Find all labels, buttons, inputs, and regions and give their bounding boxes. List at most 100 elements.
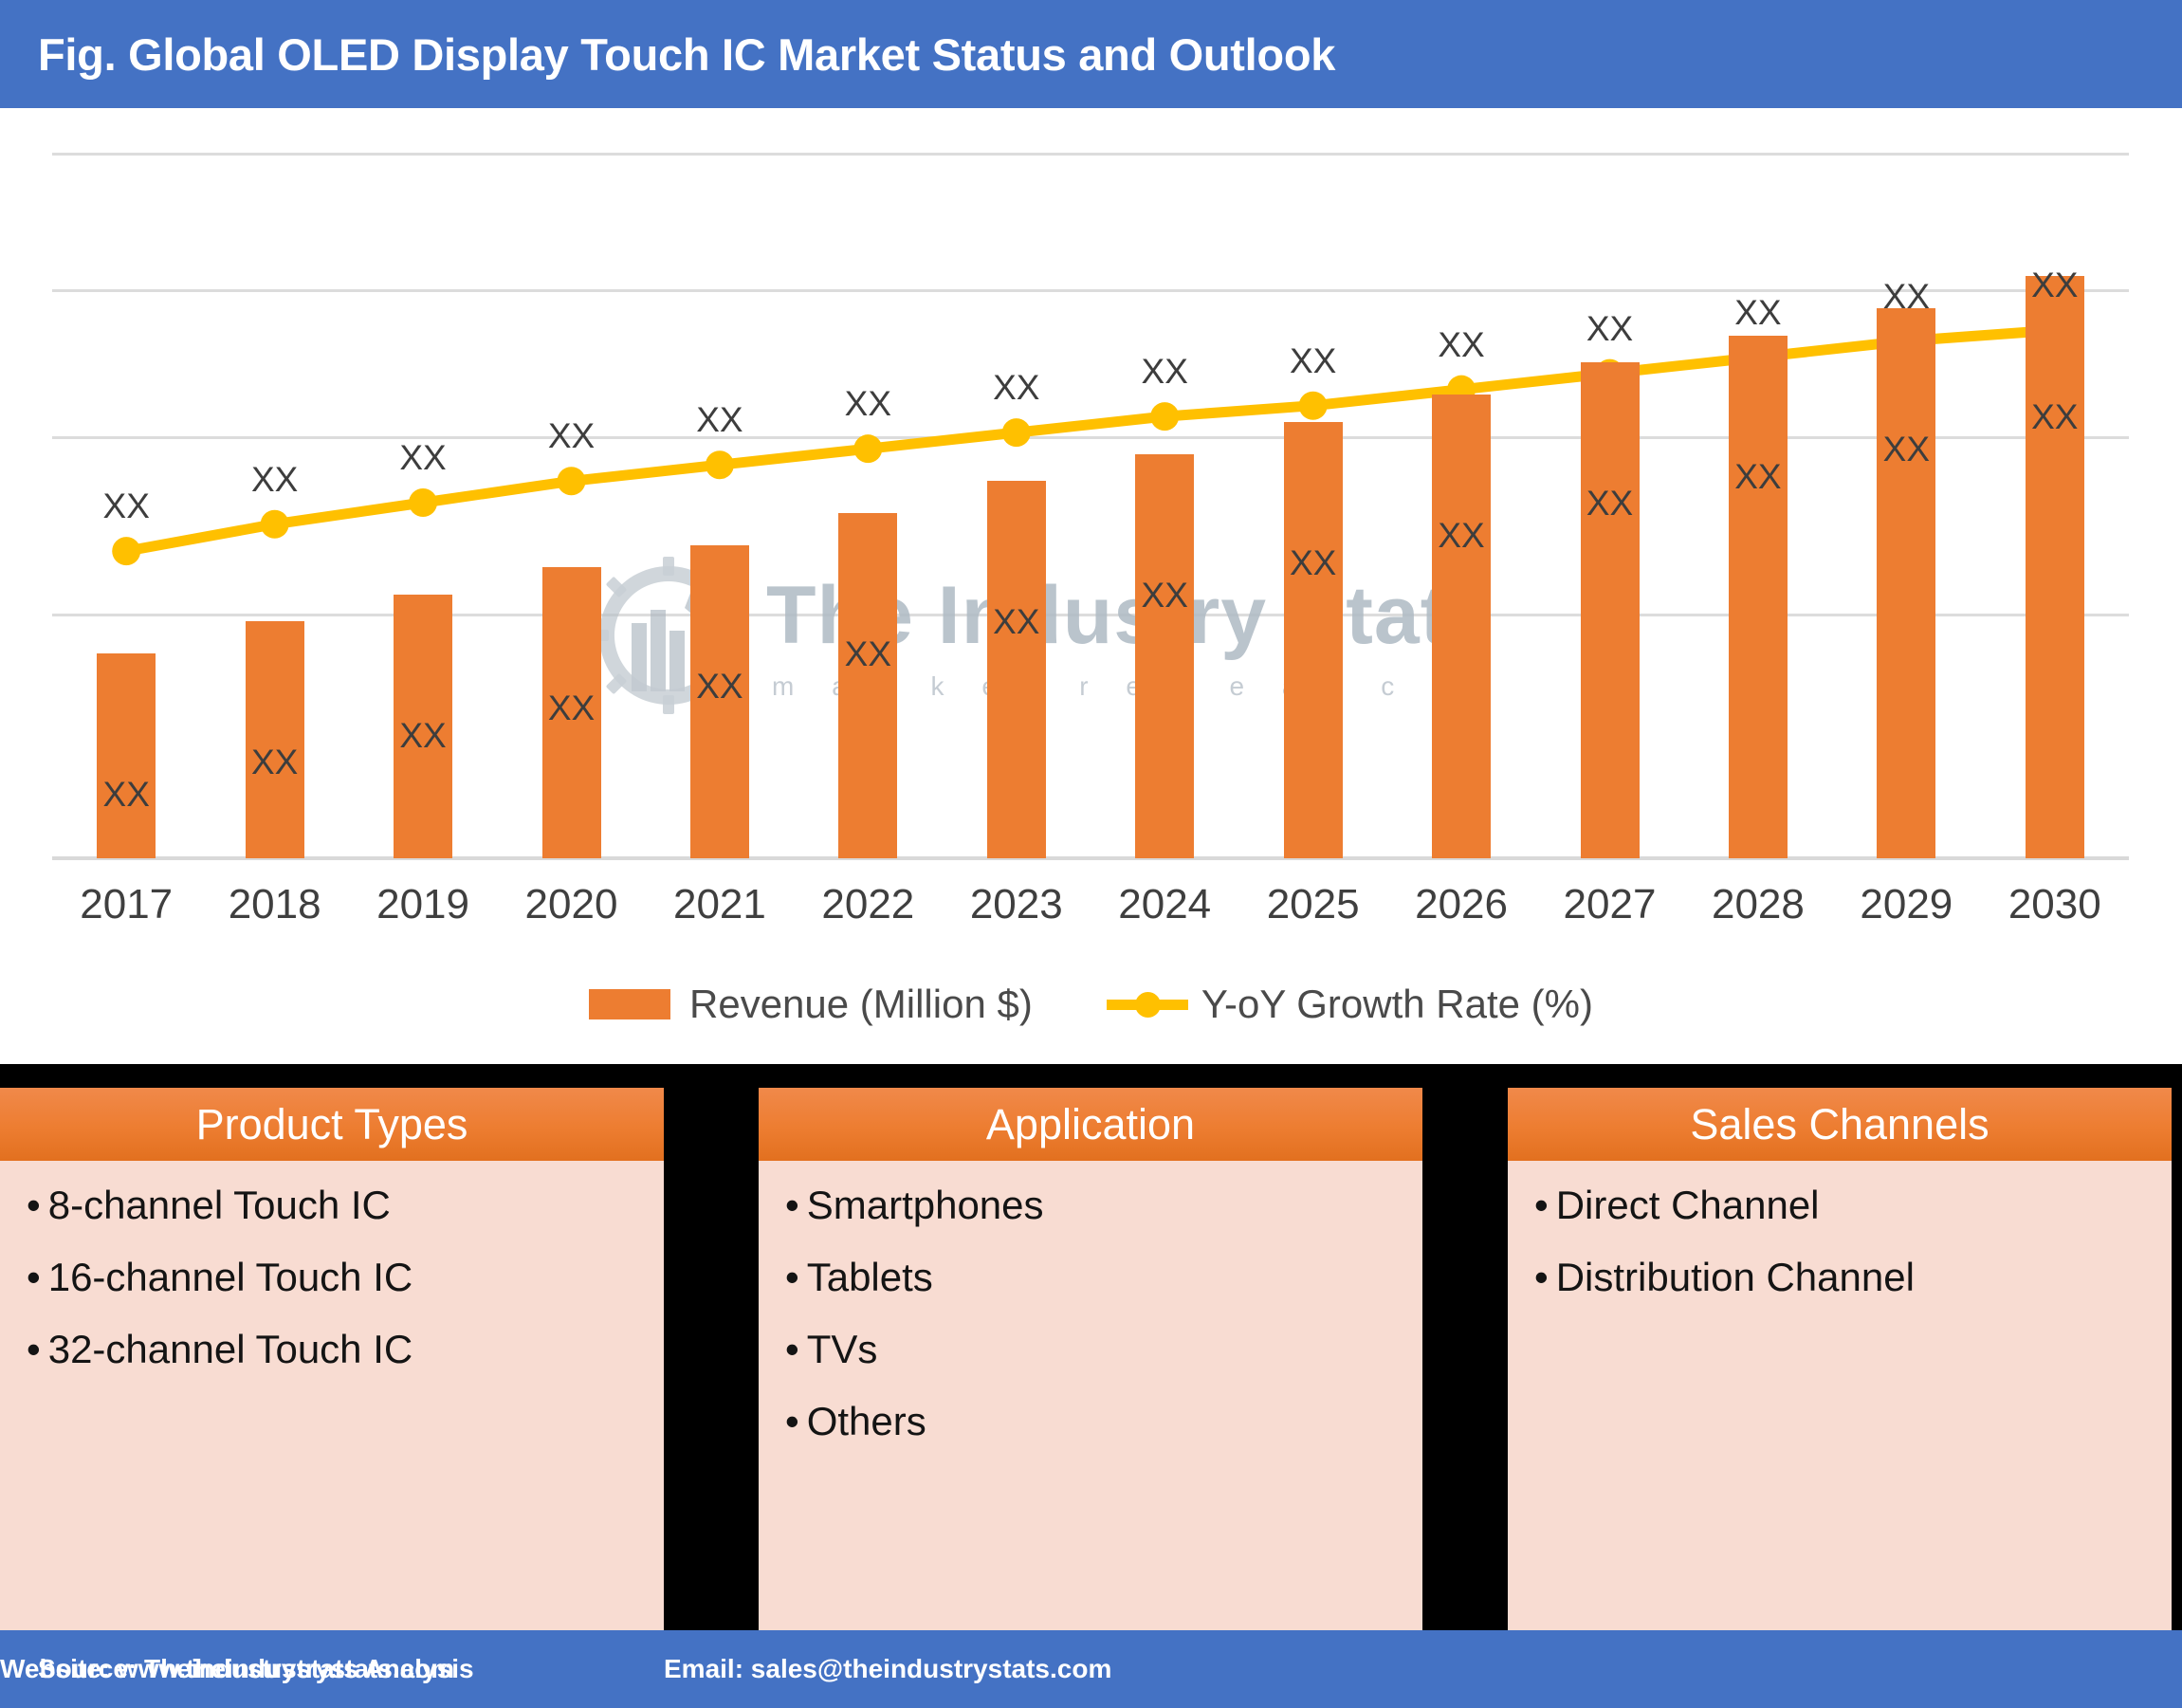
revenue-bar-value-label: XX <box>102 775 150 815</box>
segment-panel-header: Application <box>759 1088 1422 1161</box>
bullet-icon: • <box>1534 1255 1549 1299</box>
legend-line-marker-icon <box>1106 989 1188 1019</box>
revenue-bar-value-label: XX <box>399 715 447 755</box>
page-title: Fig. Global OLED Display Touch IC Market… <box>38 28 1336 80</box>
segment-panel-title: Sales Channels <box>1690 1099 1989 1148</box>
x-axis-tick-label: 2024 <box>1118 881 1212 927</box>
revenue-bar <box>245 621 304 858</box>
segment-list-item-label: TVs <box>806 1327 878 1371</box>
segment-list-item-label: Distribution Channel <box>1555 1255 1915 1299</box>
bullet-icon: • <box>27 1255 41 1299</box>
revenue-bar <box>1135 453 1195 858</box>
series-layer: XX XX XX XX XX XX XX XX XX XX XX XX XX XX XX XX XX XX XX XX… <box>52 147 2129 858</box>
segment-panel-title: Product Types <box>195 1099 468 1148</box>
segment-list-item: • 16-channel Touch IC <box>27 1258 664 1297</box>
growth-rate-value-label: XX <box>547 416 596 456</box>
x-axis-tick-label: 2020 <box>524 881 618 927</box>
segment-list-item-label: 32-channel Touch IC <box>47 1327 413 1371</box>
growth-rate-value-label: XX <box>993 368 1040 408</box>
segment-list-item-label: Direct Channel <box>1555 1183 1820 1227</box>
segment-list-item-label: Tablets <box>806 1255 933 1299</box>
segment-list-item: • Tablets <box>785 1258 1422 1297</box>
growth-rate-value-label: XX <box>696 400 743 440</box>
x-axis-tick-label: 2019 <box>376 881 469 927</box>
revenue-bar <box>2025 276 2084 858</box>
growth-rate-marker <box>1298 391 1328 420</box>
legend-item-revenue[interactable]: Revenue (Million $) <box>589 982 1033 1027</box>
growth-rate-marker <box>1150 402 1180 432</box>
segment-list-item: • 32-channel Touch IC <box>27 1330 664 1369</box>
revenue-bar <box>986 481 1046 858</box>
bullet-icon: • <box>27 1183 41 1227</box>
legend-item-growth-rate[interactable]: Y-oY Growth Rate (%) <box>1106 982 1593 1027</box>
revenue-bar <box>838 513 898 858</box>
revenue-bar-value-label: XX <box>844 634 892 674</box>
segmentation-panels: Product Types • 8-channel Touch IC • 16-chan… <box>0 1064 2182 1630</box>
growth-rate-value-label: XX <box>1438 324 1485 364</box>
growth-rate-value-label: XX <box>250 459 299 499</box>
bullet-icon: • <box>785 1399 799 1443</box>
footer-bar: Source: Theindustrystats Analysis Email:… <box>0 1630 2182 1708</box>
revenue-bar <box>1877 308 1936 858</box>
growth-rate-value-label: XX <box>2031 266 2079 305</box>
segment-panel-sales-channels: Sales Channels • Direct Channel • Distributi… <box>1508 1088 2172 1630</box>
segment-panel-header: Product Types <box>0 1088 664 1161</box>
x-axis-tick-label: 2028 <box>1711 881 1805 927</box>
x-axis-tick-label: 2018 <box>228 881 321 927</box>
growth-rate-marker <box>260 509 289 539</box>
growth-rate-value-label: XX <box>399 438 447 477</box>
growth-rate-line-chart <box>112 316 2069 566</box>
bullet-icon: • <box>27 1327 41 1371</box>
growth-rate-marker <box>112 537 141 566</box>
segment-panel-body: • Smartphones • Tablets • TVs • Others <box>759 1161 1422 1474</box>
growth-rate-value-label: XX <box>844 384 892 424</box>
segment-list-item: • Others <box>785 1402 1422 1442</box>
segment-panel-body: • Direct Channel • Distribution Channel <box>1508 1161 2172 1330</box>
x-axis-tick-label: 2023 <box>969 881 1063 927</box>
legend-label-revenue: Revenue (Million $) <box>689 982 1033 1026</box>
plot-area: The Industry Stats m a r k e t r e s e a… <box>52 147 2129 860</box>
footer-source: Source: Theindustrystats Analysis <box>38 1654 474 1683</box>
x-axis-tick-label: 2029 <box>1860 881 1953 927</box>
revenue-bar-value-label: XX <box>2031 397 2079 437</box>
revenue-bar <box>1580 362 1640 858</box>
x-axis-labels: 2017 2018 2019 2020 2021 2022 2023 2024 2025 2026… <box>52 881 2129 940</box>
bullet-icon: • <box>1534 1183 1549 1227</box>
growth-rate-value-label: XX <box>1882 276 1931 316</box>
revenue-bar-value-label: XX <box>1289 542 1337 582</box>
segment-list-item: • Smartphones <box>785 1185 1422 1225</box>
segment-list-item-label: 16-channel Touch IC <box>47 1255 413 1299</box>
x-axis-tick-label: 2021 <box>672 881 766 927</box>
segment-list-item: • 8-channel Touch IC <box>27 1185 664 1225</box>
segment-panel-body: • 8-channel Touch IC • 16-channel Touch IC •… <box>0 1161 664 1402</box>
bullet-icon: • <box>785 1183 799 1227</box>
bullet-icon: • <box>785 1327 799 1371</box>
growth-rate-value-label: XX <box>1586 308 1634 348</box>
revenue-bar <box>1283 421 1343 858</box>
segment-list-item: • Direct Channel <box>1534 1185 2172 1225</box>
segment-list-item-label: Smartphones <box>806 1183 1044 1227</box>
x-axis-tick-label: 2022 <box>821 881 915 927</box>
segment-panel-title: Application <box>985 1099 1196 1148</box>
x-axis-tick-label: 2026 <box>1415 881 1508 927</box>
growth-rate-marker <box>409 488 438 517</box>
chart-canvas: The Industry Stats m a r k e t r e s e a… <box>0 108 2182 1064</box>
revenue-bar-value-label: XX <box>993 602 1040 642</box>
bullet-icon: • <box>785 1255 799 1299</box>
revenue-bar-value-label: XX <box>547 689 596 728</box>
segment-list-item: • TVs <box>785 1330 1422 1369</box>
growth-rate-marker <box>705 450 734 480</box>
growth-rate-value-label: XX <box>1289 340 1337 380</box>
chart-legend: Revenue (Million $) Y-oY Growth Rate (%) <box>0 966 2182 1042</box>
x-axis-tick-label: 2030 <box>2008 881 2101 927</box>
revenue-bar-value-label: XX <box>696 667 743 707</box>
revenue-bar <box>97 653 156 858</box>
segment-panel-application: Application • Smartphones • Tablets • TVs • Othe… <box>759 1088 1422 1630</box>
growth-rate-marker <box>557 467 586 496</box>
chart-header-bar: Fig. Global OLED Display Touch IC Market… <box>0 0 2182 108</box>
revenue-bar-value-label: XX <box>1586 484 1634 523</box>
growth-rate-value-label: XX <box>1734 292 1782 332</box>
growth-rate-value-label: XX <box>102 487 150 526</box>
x-axis-tick-label: 2027 <box>1563 881 1657 927</box>
segment-list-item-label: 8-channel Touch IC <box>47 1183 391 1227</box>
